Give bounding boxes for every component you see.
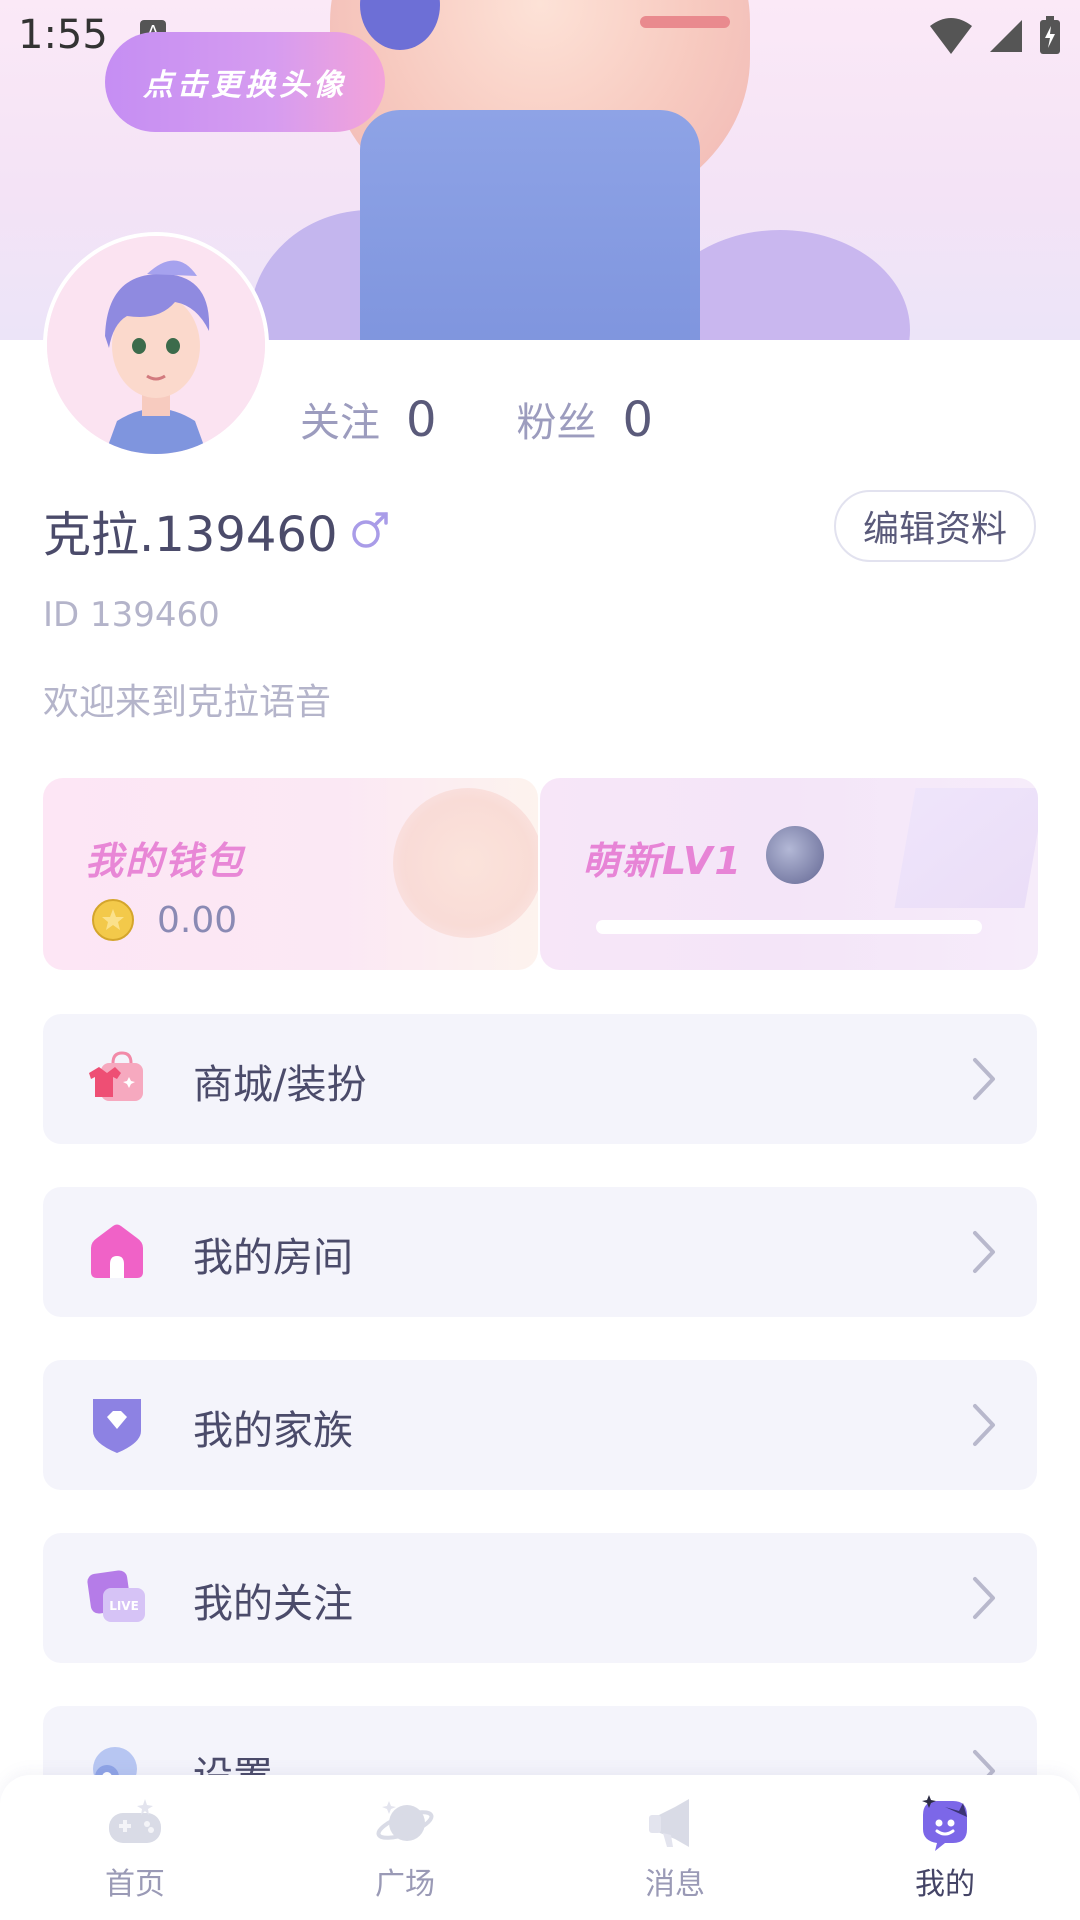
menu-label-my-family: 我的家族 — [193, 1408, 353, 1454]
wallet-title: 我的钱包 — [85, 839, 246, 883]
menu-label-my-follows: 我的关注 — [193, 1581, 353, 1627]
menu-item-shop[interactable]: 商城/装扮 — [43, 1014, 1037, 1144]
status-icons — [928, 16, 1062, 56]
megaphone-icon — [649, 1799, 689, 1847]
battery-icon — [1040, 16, 1060, 54]
change-avatar-button[interactable]: 点击更换头像 — [105, 32, 385, 132]
stat-following-count: 0 — [406, 392, 437, 448]
username: 克拉.139460 — [43, 507, 338, 563]
nav-label-home: 首页 — [105, 1867, 165, 1902]
male-gender-icon — [351, 512, 388, 548]
stat-fans[interactable]: 粉丝 0 — [517, 390, 654, 448]
svg-text:LIVE: LIVE — [109, 1599, 139, 1613]
menu-label-my-room: 我的房间 — [193, 1235, 353, 1281]
status-time: 1:55 — [18, 12, 108, 58]
gamepad-icon — [109, 1799, 161, 1843]
chevron-right-icon — [973, 1404, 995, 1446]
nav-label-messages: 消息 — [645, 1867, 705, 1902]
wallet-balance-row: 0.00 — [91, 898, 237, 942]
menu-label-shop: 商城/装扮 — [193, 1062, 367, 1108]
nav-tab-square[interactable]: 广场 — [335, 1793, 475, 1903]
wallet-amount: 0.00 — [157, 899, 238, 941]
level-badge-icon — [766, 826, 824, 884]
chevron-right-icon — [973, 1577, 995, 1619]
avatar[interactable] — [43, 232, 269, 458]
chevron-right-icon — [973, 1231, 995, 1273]
avatar-illustration — [47, 236, 265, 454]
live-icon: LIVE — [87, 1570, 145, 1622]
bottom-nav: 首页 广场 消息 我的 — [0, 1775, 1080, 1920]
name-row: 克拉.139460 — [43, 495, 392, 565]
nav-tab-me[interactable]: 我的 — [875, 1793, 1015, 1903]
stat-following-label: 关注 — [300, 400, 380, 446]
nav-label-square: 广场 — [375, 1867, 435, 1902]
home-icon — [91, 1224, 143, 1278]
nav-tab-home[interactable]: 首页 — [65, 1793, 205, 1903]
wallet-card[interactable]: 我的钱包 0.00 — [43, 778, 538, 970]
edit-profile-button[interactable]: 编辑资料 — [834, 490, 1036, 562]
level-progress-bar — [596, 920, 982, 934]
nav-tab-messages[interactable]: 消息 — [605, 1793, 745, 1903]
chevron-right-icon — [973, 1058, 995, 1100]
nav-label-me: 我的 — [915, 1867, 975, 1902]
stat-fans-count: 0 — [622, 392, 654, 448]
profile-screen: 1:55 A 点击更换头像 — [0, 0, 1080, 1920]
profile-active-icon — [922, 1795, 967, 1851]
level-title: 萌新LV1 — [582, 839, 743, 883]
level-card[interactable]: 萌新LV1 — [540, 778, 1038, 970]
menu-item-my-follows[interactable]: LIVE 我的关注 — [43, 1533, 1037, 1663]
follow-stats: 关注 0 粉丝 0 — [300, 390, 653, 448]
menu-item-my-family[interactable]: 我的家族 — [43, 1360, 1037, 1490]
coin-icon — [92, 899, 134, 941]
stat-fans-label: 粉丝 — [516, 400, 597, 446]
welcome-text: 欢迎来到克拉语音 — [43, 682, 332, 723]
wifi-icon — [930, 18, 972, 54]
user-id: ID 139460 — [43, 595, 220, 635]
family-shield-icon — [93, 1399, 141, 1453]
stat-following[interactable]: 关注 0 — [300, 390, 437, 448]
menu-item-my-room[interactable]: 我的房间 — [43, 1187, 1037, 1317]
shop-bag-icon — [89, 1051, 143, 1101]
signal-icon — [990, 20, 1022, 52]
planet-icon — [376, 1801, 434, 1841]
